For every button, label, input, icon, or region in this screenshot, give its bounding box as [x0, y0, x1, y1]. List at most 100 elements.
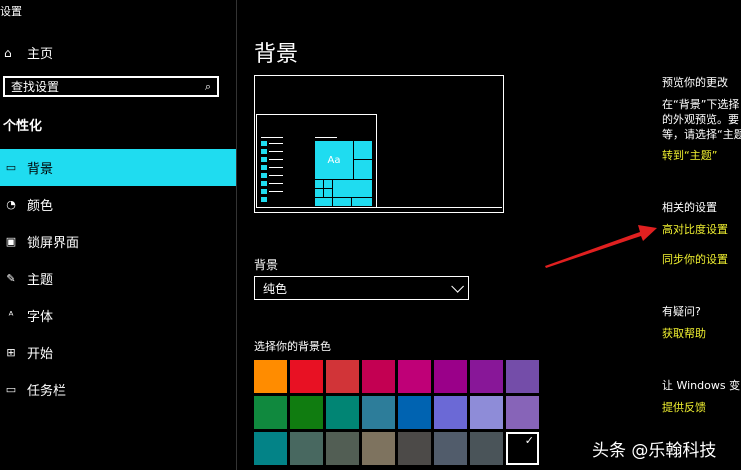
background-icon: ▭	[5, 161, 17, 174]
color-swatch[interactable]	[326, 396, 359, 429]
preview-line	[269, 151, 283, 152]
preview-tile	[354, 141, 372, 159]
nav-item-label: 任务栏	[27, 384, 67, 399]
high-contrast-link[interactable]: 高对比度设置	[662, 221, 728, 237]
start-icon: ⊞	[6, 346, 16, 359]
background-color-label: 选择你的背景色	[254, 340, 331, 353]
nav-item-label: 颜色	[27, 199, 54, 214]
preview-list-block	[261, 189, 267, 194]
home-nav-item[interactable]: ⌂ 主页	[4, 43, 53, 63]
nav-item-label: 主题	[27, 273, 54, 288]
color-swatch[interactable]	[254, 432, 287, 465]
preview-line	[269, 167, 283, 168]
preview-line	[261, 137, 283, 138]
preview-tile-main: Aa	[315, 141, 353, 179]
color-swatch[interactable]	[254, 396, 287, 429]
color-swatch[interactable]	[470, 396, 503, 429]
get-help-link[interactable]: 获取帮助	[662, 325, 706, 341]
preview-changes-title: 预览你的更改	[662, 76, 728, 89]
lock-screen-icon: ▣	[5, 235, 17, 248]
background-type-value: 纯色	[263, 281, 288, 296]
preview-window: Aa	[256, 114, 377, 208]
sync-settings-link[interactable]: 同步你的设置	[662, 251, 728, 267]
preview-line	[315, 137, 337, 138]
preview-tile	[352, 198, 372, 206]
preview-list-block	[261, 157, 267, 162]
nav-item-lock-screen[interactable]: ▣ 锁屏界面	[0, 223, 236, 260]
question-title: 有疑问?	[662, 305, 701, 318]
background-type-dropdown[interactable]: 纯色	[254, 276, 469, 300]
desktop-preview: Aa	[254, 75, 504, 213]
preview-desc-line: 在“背景”下选择	[662, 98, 740, 111]
home-icon: ⌂	[4, 45, 12, 60]
color-swatch[interactable]	[398, 432, 431, 465]
sidebar: 设置 ⌂ 主页 查找设置 ⌕ 个性化 ▭ 背景 ◔ 颜色 ▣ 锁屏界面 ✎ 主题…	[0, 0, 237, 470]
preview-line	[269, 159, 283, 160]
color-swatch[interactable]	[290, 396, 323, 429]
nav-item-themes[interactable]: ✎ 主题	[0, 260, 236, 297]
section-title: 个性化	[3, 119, 43, 134]
right-panel: 预览你的更改 在“背景”下选择 的外观预览。要 等，请选择“主题 转到“主题” …	[662, 0, 741, 470]
color-swatch[interactable]	[290, 432, 323, 465]
color-swatch[interactable]	[470, 432, 503, 465]
nav-item-start[interactable]: ⊞ 开始	[0, 334, 236, 371]
color-swatch[interactable]	[434, 396, 467, 429]
feedback-link[interactable]: 提供反馈	[662, 399, 706, 415]
main-content: 背景 Aa 背景 纯色 选择你的背景色 ✓	[254, 0, 644, 470]
preview-line	[269, 191, 283, 192]
preview-tile	[324, 180, 332, 188]
goto-theme-link[interactable]: 转到“主题”	[662, 147, 717, 163]
taskbar-icon: ▭	[5, 383, 17, 396]
nav-item-colors[interactable]: ◔ 颜色	[0, 186, 236, 223]
preview-list-block	[261, 149, 267, 154]
color-swatch[interactable]	[434, 360, 467, 393]
preview-line	[269, 183, 283, 184]
preview-tile	[324, 189, 332, 197]
preview-tile	[315, 180, 323, 188]
nav-list: ▭ 背景 ◔ 颜色 ▣ 锁屏界面 ✎ 主题 ᴬ 字体 ⊞ 开始 ▭ 任务栏	[0, 149, 236, 408]
checkmark-icon: ✓	[524, 434, 534, 447]
nav-item-label: 锁屏界面	[27, 236, 80, 251]
color-swatch[interactable]	[506, 360, 539, 393]
color-swatch[interactable]: ✓	[506, 432, 539, 465]
preview-desc-line: 的外观预览。要	[662, 113, 739, 126]
color-swatch[interactable]	[506, 396, 539, 429]
nav-item-label: 开始	[27, 347, 54, 362]
improve-windows-title: 让 Windows 变	[662, 379, 741, 392]
color-swatch[interactable]	[398, 396, 431, 429]
preview-list-block	[261, 165, 267, 170]
color-swatch[interactable]	[434, 432, 467, 465]
preview-desc-line: 等，请选择“主题	[662, 128, 741, 141]
preview-list-block	[261, 197, 267, 202]
color-swatch[interactable]	[326, 432, 359, 465]
preview-line	[269, 143, 283, 144]
color-swatch[interactable]	[470, 360, 503, 393]
color-swatch[interactable]	[398, 360, 431, 393]
color-swatch[interactable]	[362, 360, 395, 393]
color-swatch[interactable]	[362, 432, 395, 465]
preview-taskbar	[256, 207, 502, 208]
search-box[interactable]: 查找设置 ⌕	[3, 76, 219, 97]
color-swatch[interactable]	[362, 396, 395, 429]
app-title: 设置	[0, 5, 22, 18]
preview-tile	[354, 160, 372, 179]
preview-line	[269, 175, 283, 176]
related-settings-title: 相关的设置	[662, 201, 717, 214]
search-icon[interactable]: ⌕	[205, 80, 211, 94]
background-type-label: 背景	[254, 258, 279, 272]
chevron-down-icon	[451, 279, 464, 293]
preview-tile	[333, 198, 351, 206]
nav-item-taskbar[interactable]: ▭ 任务栏	[0, 371, 236, 408]
preview-list-block	[261, 173, 267, 178]
preview-tile	[333, 180, 372, 197]
preview-tile	[315, 189, 323, 197]
color-swatch[interactable]	[326, 360, 359, 393]
preview-tile-text: Aa	[327, 154, 341, 166]
search-input[interactable]: 查找设置	[11, 78, 205, 95]
theme-icon: ✎	[6, 272, 16, 285]
color-swatch[interactable]	[290, 360, 323, 393]
nav-item-background[interactable]: ▭ 背景	[0, 149, 236, 186]
color-swatch[interactable]	[254, 360, 287, 393]
preview-list-block	[261, 181, 267, 186]
nav-item-fonts[interactable]: ᴬ 字体	[0, 297, 236, 334]
